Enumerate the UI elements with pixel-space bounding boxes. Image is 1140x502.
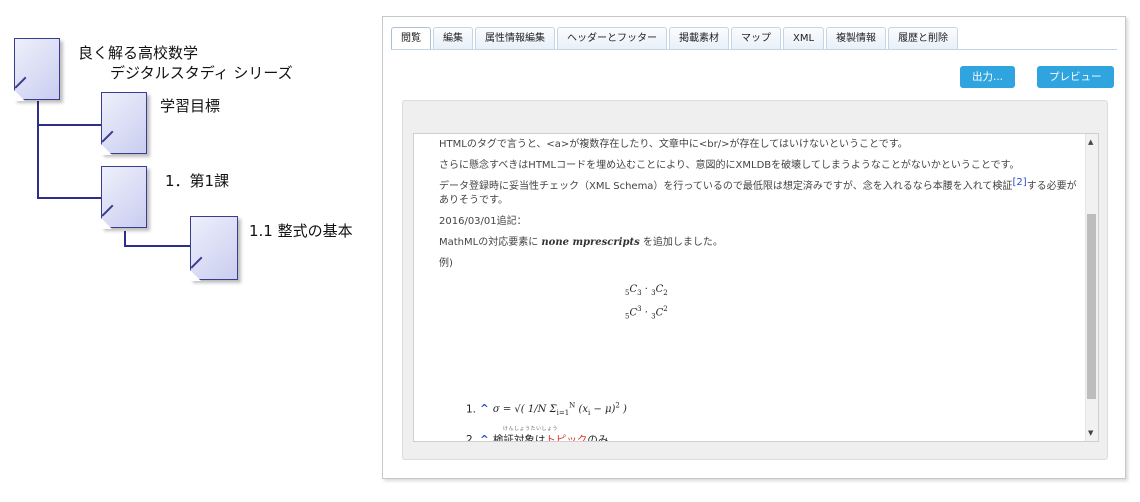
editor-window: 閲覧 編集 属性情報編集 ヘッダーとフッター 掲載素材 マップ XML 複製情報…	[382, 16, 1126, 479]
ruby-annotation: けんしょうたいしょう	[503, 426, 559, 432]
document-icon[interactable]	[189, 216, 238, 281]
footnote-number: 2.	[466, 434, 477, 442]
footnote-1: 1. ^ σ = √( 1/N Σi=1N (xi − μ)2 )	[466, 402, 627, 417]
document-icon[interactable]	[13, 38, 60, 101]
paragraph-text: データ登録時に妥当性チェック（XML Schema）を行っているので最低限は想定…	[439, 181, 1013, 192]
tab-divider	[391, 49, 1117, 50]
footnote-2: 2. ^ 検証対象はトピックのみ	[466, 432, 609, 442]
tab-map[interactable]: マップ	[731, 27, 781, 49]
tree-node-learning-goals[interactable]: 学習目標	[160, 96, 220, 116]
tab-copy-info[interactable]: 複製情報	[826, 27, 887, 49]
document-icon[interactable]	[100, 92, 147, 155]
topic-highlight: トピック	[545, 434, 588, 442]
paragraph-text: MathMLの対応要素に	[439, 237, 542, 248]
tree-node-lesson1[interactable]: 1．第1課	[165, 171, 229, 191]
scroll-up-icon[interactable]: ▲	[1088, 138, 1093, 146]
paragraph: データ登録時に妥当性チェック（XML Schema）を行っているので最低限は想定…	[439, 177, 1079, 208]
vertical-scrollbar[interactable]: ▲ ▼	[1085, 134, 1098, 441]
scroll-down-icon[interactable]: ▼	[1088, 429, 1093, 437]
footnote-backlink[interactable]: ^	[480, 434, 489, 441]
paragraph: 2016/03/01追記：	[439, 216, 527, 227]
preview-button[interactable]: プレビュー	[1037, 66, 1114, 88]
tree-root-title-line2[interactable]: デジタルスタディ シリーズ	[110, 63, 293, 83]
scroll-thumb[interactable]	[1087, 214, 1096, 399]
paragraph: HTMLのタグで言うと、<a>が複数存在したり、文章中に<br/>が存在してはい…	[439, 139, 908, 150]
math-formula-combination: 5C3 · 3C2	[625, 284, 668, 297]
tree-connector	[37, 197, 101, 199]
tab-history-delete[interactable]: 履歴と削除	[888, 27, 959, 49]
tab-xml[interactable]: XML	[783, 27, 825, 49]
tab-attribute-edit[interactable]: 属性情報編集	[475, 27, 555, 49]
tab-bar: 閲覧 編集 属性情報編集 ヘッダーとフッター 掲載素材 マップ XML 複製情報…	[391, 27, 959, 50]
math-formula-combination-power: 5C3 · 3C2	[625, 305, 668, 321]
math-formula-stddev: σ = √( 1/N Σi=1N (xi − μ)2 )	[492, 402, 627, 418]
footnote-text: 検証対象は	[492, 434, 546, 442]
tree-node-polynomial-basics[interactable]: 1.1 整式の基本	[249, 221, 353, 241]
tab-view[interactable]: 閲覧	[391, 27, 431, 50]
footnote-number: 1.	[466, 403, 477, 416]
tree-connector	[124, 245, 190, 247]
footnote-reference-link[interactable]: [2]	[1012, 177, 1026, 188]
preview-panel: HTMLのタグで言うと、<a>が複数存在したり、文章中に<br/>が存在してはい…	[402, 100, 1108, 460]
output-button[interactable]: 出力...	[960, 66, 1016, 88]
paragraph: MathMLの対応要素に none mprescripts を追加しました。	[439, 236, 1079, 250]
content-viewer[interactable]: HTMLのタグで言うと、<a>が複数存在したり、文章中に<br/>が存在してはい…	[413, 133, 1099, 442]
tab-materials[interactable]: 掲載素材	[669, 27, 729, 49]
paragraph-text: を追加しました。	[639, 237, 723, 248]
mathml-element-names: none mprescripts	[541, 237, 640, 248]
tree-root-title-line1[interactable]: 良く解る高校数学	[78, 43, 198, 63]
tree-connector	[37, 124, 101, 126]
footnote-text: のみ	[587, 434, 609, 442]
article-text: HTMLのタグで言うと、<a>が複数存在したり、文章中に<br/>が存在してはい…	[439, 138, 1079, 278]
document-icon[interactable]	[100, 166, 147, 229]
tree-connector	[37, 101, 39, 199]
footnote-backlink[interactable]: ^	[480, 403, 489, 415]
tab-edit[interactable]: 編集	[433, 27, 473, 49]
tab-header-footer[interactable]: ヘッダーとフッター	[557, 27, 667, 49]
paragraph: 例)	[439, 258, 453, 269]
paragraph: さらに懸念すべきはHTMLコードを埋め込むことにより、意図的にXMLDBを破壊し…	[439, 160, 1020, 171]
document-tree: 良く解る高校数学 デジタルスタディ シリーズ 学習目標 1．第1課 1.1 整式…	[0, 0, 380, 502]
